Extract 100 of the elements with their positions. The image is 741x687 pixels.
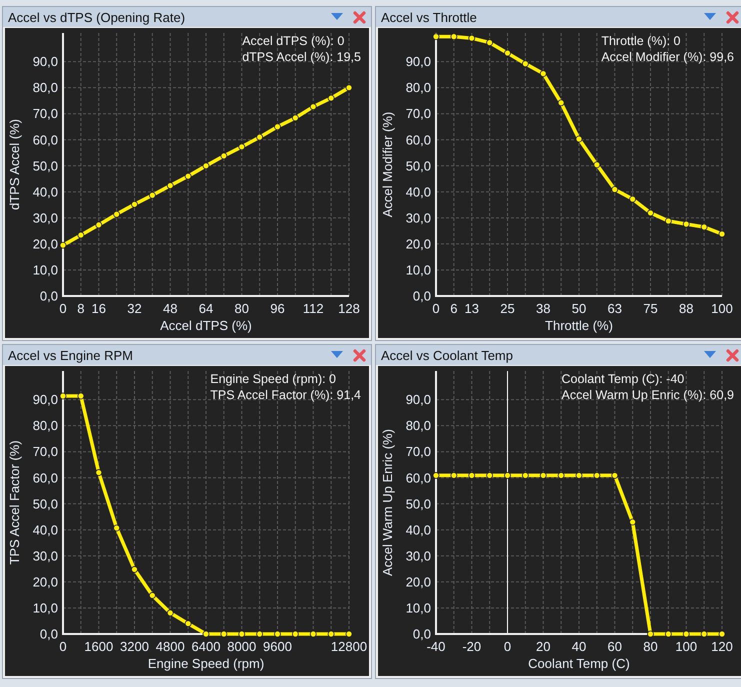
x-axis-title: Accel dTPS (%)	[160, 318, 252, 333]
data-point	[220, 152, 228, 160]
tick-label: 80	[643, 639, 658, 654]
tick-label: 0,0	[40, 288, 58, 304]
data-point	[522, 60, 529, 68]
data-point	[184, 172, 192, 180]
tick-label: 30,0	[32, 548, 58, 564]
tick-label: 0,0	[40, 626, 58, 642]
tick-label: 12800	[330, 639, 368, 654]
y-axis-title: TPS Accel Factor (%)	[7, 440, 22, 565]
tick-label: 30,0	[406, 548, 431, 564]
data-point	[593, 161, 600, 168]
data-point	[256, 630, 264, 638]
data-point	[664, 218, 672, 224]
tick-label: 0,0	[412, 288, 431, 304]
tick-label: 1600	[84, 639, 114, 654]
close-button[interactable]	[724, 347, 740, 363]
tick-label: 80	[234, 301, 249, 316]
data-point	[700, 224, 708, 230]
close-icon	[726, 10, 738, 24]
tick-label: 90,0	[406, 392, 431, 408]
data-point	[148, 592, 156, 599]
tick-label: 60	[608, 639, 622, 654]
tick-label: 6400	[192, 639, 220, 654]
tick-label: 60,0	[32, 132, 58, 148]
data-point	[522, 472, 529, 479]
data-point	[540, 472, 547, 479]
readout-text: TPS Accel Factor (%): 91,4	[210, 388, 361, 402]
data-point	[432, 33, 440, 40]
data-point	[647, 210, 654, 216]
tick-label: 20,0	[32, 236, 58, 252]
data-point	[184, 620, 192, 627]
readout-text: dTPS Accel (%): 19,5	[242, 50, 361, 64]
data-point	[504, 50, 511, 56]
tick-label: 70,0	[32, 444, 58, 460]
dropdown-icon	[704, 13, 716, 21]
tick-label: 40	[572, 639, 586, 654]
tick-label: 25	[500, 301, 515, 316]
data-point	[718, 630, 726, 638]
data-point	[629, 196, 636, 203]
readout-text: Coolant Temp (C): -40	[562, 372, 686, 386]
data-point	[682, 630, 690, 638]
readout-text: Accel Modifier (%): 99,6	[601, 50, 734, 64]
data-point	[558, 99, 565, 106]
data-point	[95, 469, 102, 476]
close-icon	[352, 348, 366, 362]
data-point	[432, 472, 440, 479]
data-point	[450, 33, 458, 40]
panel-title: Accel vs dTPS (Opening Rate)	[8, 10, 186, 24]
data-point	[700, 630, 708, 638]
tick-label: 60,0	[32, 470, 58, 486]
data-point	[148, 192, 156, 199]
close-button[interactable]	[351, 9, 367, 25]
tick-label: 0,0	[412, 626, 431, 642]
data-point	[328, 94, 335, 102]
tick-label: 30,0	[32, 210, 58, 226]
data-point	[576, 472, 582, 479]
data-point	[77, 232, 84, 238]
tick-label: 3200	[120, 639, 149, 654]
close-button[interactable]	[724, 9, 740, 25]
readout-text: Throttle (%): 0	[601, 34, 682, 48]
tick-label: 10,0	[406, 262, 431, 278]
tick-label: 70,0	[32, 106, 58, 122]
data-point	[468, 34, 476, 42]
tick-label: 40,0	[32, 522, 58, 538]
tick-label: 50,0	[406, 496, 431, 512]
panel-title: Accel vs Throttle	[381, 10, 478, 24]
data-point	[60, 392, 66, 400]
data-point	[292, 630, 299, 638]
data-point	[468, 472, 476, 479]
tick-label: 32	[127, 301, 142, 316]
y-axis-title: dTPS Accel (%)	[7, 118, 22, 210]
readout-text: Accel dTPS (%): 0	[242, 34, 346, 48]
data-point	[346, 84, 352, 92]
tick-label: 6	[450, 301, 458, 316]
data-point	[540, 70, 547, 78]
data-point	[292, 114, 299, 122]
tick-label: 20	[536, 639, 550, 654]
readout-text: Engine Speed (rpm): 0	[210, 372, 338, 386]
tick-label: 112	[302, 301, 324, 316]
tick-label: 90,0	[406, 54, 431, 70]
tick-label: 80,0	[32, 80, 58, 96]
close-button[interactable]	[351, 347, 367, 363]
tick-label: 48	[163, 301, 178, 316]
tick-label: 50,0	[32, 158, 58, 174]
data-point	[131, 200, 138, 208]
data-point	[238, 630, 246, 638]
data-point	[166, 610, 174, 616]
tick-label: 100	[675, 639, 698, 654]
tick-label: 60,0	[406, 470, 431, 486]
tick-label: 0	[504, 639, 512, 654]
tick-label: 88	[679, 301, 694, 316]
tick-label: 4800	[156, 639, 185, 654]
tick-label: 40,0	[32, 184, 58, 200]
data-point	[274, 123, 281, 130]
x-axis-title: Throttle (%)	[545, 318, 613, 333]
data-point	[576, 136, 582, 142]
tick-label: 20,0	[406, 236, 431, 252]
data-point	[328, 630, 335, 638]
data-point	[113, 210, 120, 218]
